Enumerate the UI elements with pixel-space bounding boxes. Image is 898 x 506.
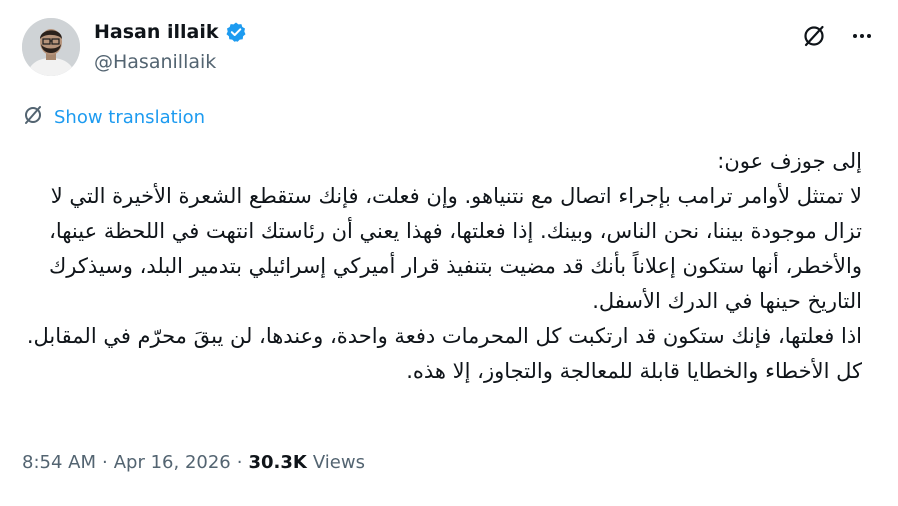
author-handle[interactable]: @Hasanillaik [94,50,247,74]
tweet-meta: 8:54 AM · Apr 16, 2026 · 30.3K Views [22,452,365,473]
tweet-text: إلى جوزف عون: لا تمتثل لأوامر ترامب بإجر… [26,149,862,383]
display-name[interactable]: Hasan illaik [94,20,219,44]
name-row: Hasan illaik [94,20,247,44]
meta-separator: · [236,452,243,473]
views-label: Views [312,452,365,473]
slashed-circle-icon[interactable] [800,22,828,50]
verified-badge-icon[interactable] [225,21,247,43]
show-translation-label: Show translation [54,107,206,128]
show-translation-button[interactable]: Show translation [22,104,205,131]
avatar[interactable] [22,18,80,76]
tweet-time[interactable]: 8:54 AM [22,452,96,473]
header-actions [800,22,876,50]
tweet-date[interactable]: Apr 16, 2026 [114,452,231,473]
author-block: Hasan illaik @Hasanillaik [94,20,247,74]
more-dots-icon[interactable] [848,22,876,50]
tweet-header: Hasan illaik @Hasanillaik [22,16,876,80]
translate-icon [22,104,44,131]
views-count[interactable]: 30.3K [249,452,307,473]
meta-separator: · [102,452,108,473]
